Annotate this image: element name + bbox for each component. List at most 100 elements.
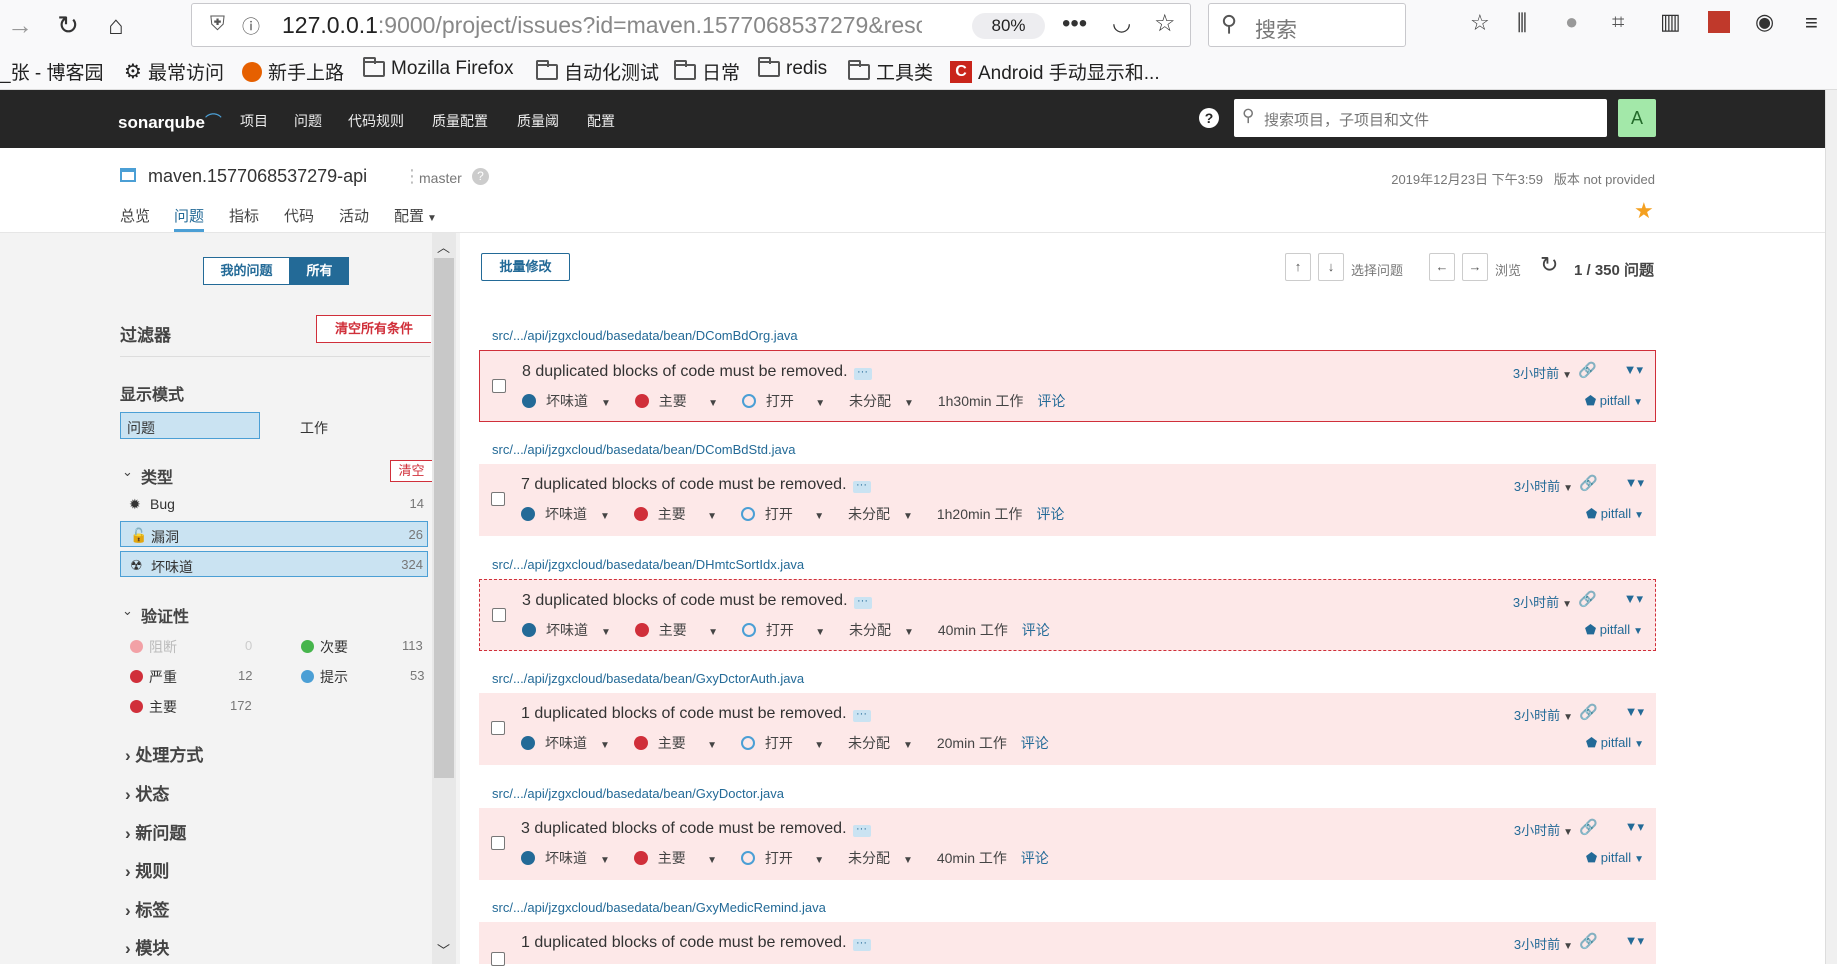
issue-checkbox[interactable] xyxy=(492,379,506,393)
issue-effort[interactable]: 1h20min 工作 xyxy=(937,506,1023,522)
link-icon[interactable]: 🔗 xyxy=(1579,474,1598,492)
project-name[interactable]: maven.1577068537279-api xyxy=(148,166,367,187)
severity-minor[interactable]: 次要 xyxy=(301,637,348,657)
issue-card[interactable]: 3 duplicated blocks of code must be remo… xyxy=(479,808,1656,880)
issue-card[interactable]: 8 duplicated blocks of code must be remo… xyxy=(479,350,1656,422)
tab-measures[interactable]: 指标 xyxy=(229,205,259,226)
issue-file-path[interactable]: src/.../api/jzgxcloud/basedata/bean/DHmt… xyxy=(492,557,804,572)
info-icon[interactable]: ⓘ xyxy=(242,13,260,39)
issue-message[interactable]: 1 duplicated blocks of code must be remo… xyxy=(521,934,871,952)
scroll-down-icon[interactable]: ﹀ xyxy=(437,940,450,959)
more-icon[interactable]: ··· xyxy=(852,824,871,837)
help-icon[interactable]: ? xyxy=(1199,108,1219,128)
issue-status[interactable]: 打开 ▼ xyxy=(741,622,835,638)
link-icon[interactable]: 🔗 xyxy=(1578,361,1597,379)
issue-card[interactable]: 7 duplicated blocks of code must be remo… xyxy=(479,464,1656,536)
browse-right-button[interactable]: → xyxy=(1462,253,1488,281)
filter-icon[interactable]: ▼▾ xyxy=(1625,819,1644,835)
type-facet-title[interactable]: 类型 xyxy=(141,464,173,488)
issue-assignee[interactable]: 未分配 ▼ xyxy=(849,622,924,638)
issue-age[interactable]: 3小时前 ▼ xyxy=(1514,820,1573,839)
nav-issues[interactable]: 问题 xyxy=(294,111,322,131)
tab-activity[interactable]: 活动 xyxy=(339,205,369,226)
issue-type[interactable]: 坏味道 ▼ xyxy=(521,735,620,751)
link-icon[interactable]: 🔗 xyxy=(1579,703,1598,721)
account-icon[interactable]: ◉ xyxy=(1755,9,1774,35)
issue-age[interactable]: 3小时前 ▼ xyxy=(1514,705,1573,724)
facet-new-issues[interactable]: › 新问题 xyxy=(125,819,186,844)
issue-severity[interactable]: 主要 ▼ xyxy=(633,506,727,522)
tab-overview[interactable]: 总览 xyxy=(120,205,150,226)
issue-checkbox[interactable] xyxy=(491,492,505,506)
issue-effort[interactable]: 40min 工作 xyxy=(938,622,1008,638)
display-mode-effort[interactable]: 工作 xyxy=(300,418,328,438)
issue-severity[interactable]: 主要 ▼ xyxy=(634,622,728,638)
issue-status[interactable]: 打开 ▼ xyxy=(741,393,835,409)
bookmark-star-icon[interactable]: ☆ xyxy=(1154,9,1176,38)
filter-icon[interactable]: ▼▾ xyxy=(1625,933,1644,949)
more-icon[interactable]: ··· xyxy=(853,596,872,609)
bookmark-item[interactable]: 日常 xyxy=(674,58,740,85)
issue-assignee[interactable]: 未分配 ▼ xyxy=(848,850,923,866)
facet-item-vulnerability[interactable]: 🔓 漏洞 26 xyxy=(120,521,428,547)
more-icon[interactable]: ••• xyxy=(1062,10,1087,38)
issue-status[interactable]: 打开 ▼ xyxy=(740,506,834,522)
issue-comment-link[interactable]: 评论 xyxy=(1036,506,1064,522)
help-icon[interactable]: ? xyxy=(472,168,489,185)
reload-icon[interactable]: ↻ xyxy=(52,9,84,41)
issue-message[interactable]: 1 duplicated blocks of code must be remo… xyxy=(521,705,871,723)
home-icon[interactable]: ⌂ xyxy=(100,9,132,41)
issue-message[interactable]: 3 duplicated blocks of code must be remo… xyxy=(521,820,871,838)
reload-icon[interactable]: ↻ xyxy=(1540,252,1558,278)
nav-quality-profiles[interactable]: 质量配置 xyxy=(432,111,488,131)
issue-severity[interactable]: 主要 ▼ xyxy=(633,735,727,751)
nav-administration[interactable]: 配置 xyxy=(587,111,615,131)
link-icon[interactable]: 🔗 xyxy=(1579,818,1598,836)
shield-icon[interactable]: ⛨ xyxy=(210,13,225,36)
bookmark-item[interactable]: Mozilla Firefox xyxy=(363,57,513,80)
issue-checkbox[interactable] xyxy=(491,836,505,850)
facet-resolution[interactable]: › 处理方式 xyxy=(125,741,203,766)
severity-facet-title[interactable]: 验证性 xyxy=(141,603,189,627)
filter-icon[interactable]: ▼▾ xyxy=(1625,704,1644,720)
my-issues-toggle[interactable]: 我的问题 xyxy=(203,257,290,285)
issue-file-path[interactable]: src/.../api/jzgxcloud/basedata/bean/DCom… xyxy=(492,328,798,343)
issue-card[interactable]: 1 duplicated blocks of code must be remo… xyxy=(479,693,1656,765)
issue-type[interactable]: 坏味道 ▼ xyxy=(522,393,621,409)
severity-critical[interactable]: 严重 xyxy=(130,667,177,687)
back-arrow-icon[interactable]: → xyxy=(4,9,36,41)
issue-tags[interactable]: ⬟ pitfall ▼ xyxy=(1585,393,1643,409)
severity-info[interactable]: 提示 xyxy=(301,667,348,687)
url-bar[interactable]: ⛨ ⓘ 127.0.0.1:9000/project/issues?id=mav… xyxy=(191,3,1191,47)
issue-message[interactable]: 3 duplicated blocks of code must be remo… xyxy=(522,592,872,610)
tab-configuration[interactable]: 配置 ▼ xyxy=(394,205,437,226)
menu-icon[interactable]: ≡ xyxy=(1805,10,1818,36)
issue-message[interactable]: 8 duplicated blocks of code must be remo… xyxy=(522,363,872,381)
issue-card[interactable]: 1 duplicated blocks of code must be remo… xyxy=(479,922,1656,966)
previous-issue-button[interactable]: ↑ xyxy=(1285,253,1311,281)
issue-effort[interactable]: 20min 工作 xyxy=(937,735,1007,751)
facet-rules[interactable]: › 规则 xyxy=(125,857,169,882)
sonarqube-logo[interactable]: sonarqube⌒ xyxy=(118,108,222,133)
bookmark-item[interactable]: redis xyxy=(758,57,827,80)
issue-severity[interactable]: 主要 ▼ xyxy=(633,850,727,866)
bookmark-item[interactable]: 自动化测试 xyxy=(536,58,659,85)
issue-tags[interactable]: ⬟ pitfall ▼ xyxy=(1586,850,1644,866)
issue-tags[interactable]: ⬟ pitfall ▼ xyxy=(1585,622,1643,638)
link-icon[interactable]: 🔗 xyxy=(1579,932,1598,950)
issue-age[interactable]: 3小时前 ▼ xyxy=(1514,934,1573,953)
zoom-level[interactable]: 80% xyxy=(972,13,1045,39)
nav-rules[interactable]: 代码规则 xyxy=(348,111,404,131)
issue-assignee[interactable]: 未分配 ▼ xyxy=(849,393,924,409)
sidebar-scroll-thumb[interactable] xyxy=(434,258,454,778)
issue-tags[interactable]: ⬟ pitfall ▼ xyxy=(1586,735,1644,751)
issue-status[interactable]: 打开 ▼ xyxy=(740,850,834,866)
issue-effort[interactable]: 1h30min 工作 xyxy=(938,393,1024,409)
url-text[interactable]: 127.0.0.1:9000/project/issues?id=maven.1… xyxy=(282,12,922,39)
issue-effort[interactable]: 40min 工作 xyxy=(937,850,1007,866)
page-scrollbar[interactable] xyxy=(1825,90,1837,964)
issue-assignee[interactable]: 未分配 ▼ xyxy=(848,506,923,522)
issue-file-path[interactable]: src/.../api/jzgxcloud/basedata/bean/DCom… xyxy=(492,442,796,457)
facet-item-code-smell[interactable]: ☢ 坏味道 324 xyxy=(120,551,428,577)
severity-blocker[interactable]: 阻断 xyxy=(130,637,177,657)
